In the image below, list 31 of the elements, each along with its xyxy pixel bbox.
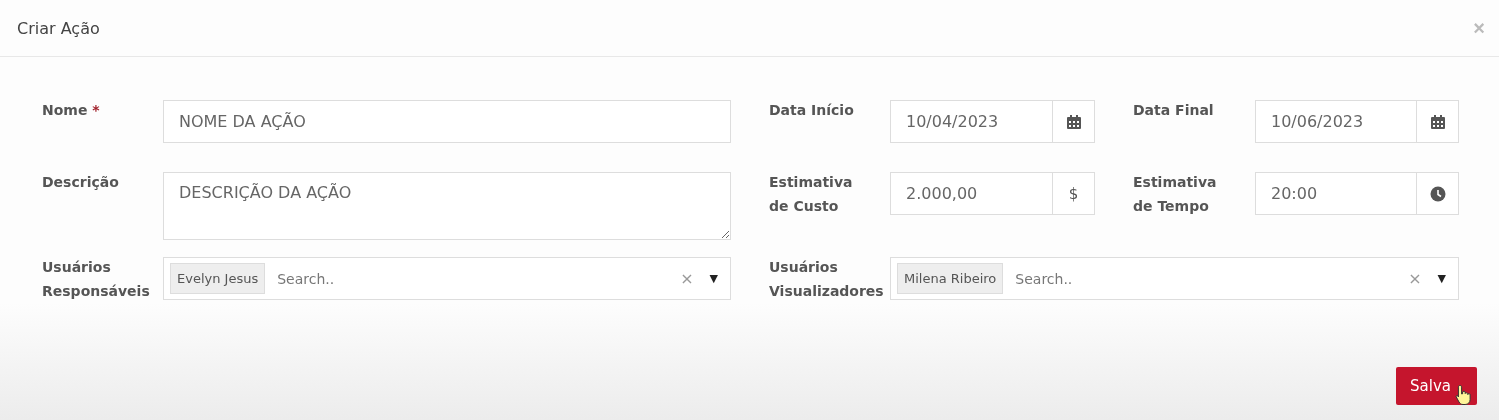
caret-icon[interactable]: ▼ [1437, 272, 1446, 285]
start-date-field[interactable]: 10/04/2023 [890, 100, 1095, 143]
cost-input[interactable]: 2.000,00 [891, 173, 1052, 214]
end-date-field[interactable]: 10/06/2023 [1255, 100, 1459, 143]
save-button[interactable]: Salva [1396, 367, 1477, 405]
time-input[interactable]: 20:00 [1256, 173, 1416, 214]
caret-icon[interactable]: ▼ [709, 272, 718, 285]
time-field[interactable]: 20:00 [1255, 172, 1459, 215]
clock-icon [1429, 185, 1446, 202]
field-label: Estimativa de Custo [769, 173, 854, 216]
currency-addon: $ [1052, 173, 1094, 214]
field-label: Descrição [42, 173, 120, 192]
field-label: Nome * [42, 101, 101, 120]
calendar-icon [1065, 113, 1082, 130]
hand-cursor-icon [1455, 384, 1473, 406]
field-label: Usuários Visualizadores [769, 258, 885, 301]
description-textarea[interactable]: DESCRIÇÃO DA AÇÃO [163, 172, 731, 240]
user-tag[interactable]: Milena Ribeiro [897, 263, 1004, 294]
date-input[interactable]: 10/04/2023 [891, 101, 1052, 142]
window-title: Criar Ação [17, 18, 100, 38]
field-label: Usuários Responsáveis [42, 258, 151, 301]
field-label: Data Início [769, 101, 855, 120]
user-tag[interactable]: Evelyn Jesus [170, 263, 266, 294]
name-input[interactable]: NOME DA AÇÃO [163, 100, 731, 143]
responsible-users-select[interactable]: Evelyn Jesus Search.. × ▼ [163, 257, 731, 300]
cost-field[interactable]: 2.000,00 $ [890, 172, 1095, 215]
field-label: Estimativa de Tempo [1133, 173, 1218, 216]
viewer-users-select[interactable]: Milena Ribeiro Search.. × ▼ [890, 257, 1459, 300]
field-label: Data Final [1133, 101, 1215, 120]
calendar-icon [1429, 113, 1446, 130]
date-input[interactable]: 10/06/2023 [1256, 101, 1416, 142]
